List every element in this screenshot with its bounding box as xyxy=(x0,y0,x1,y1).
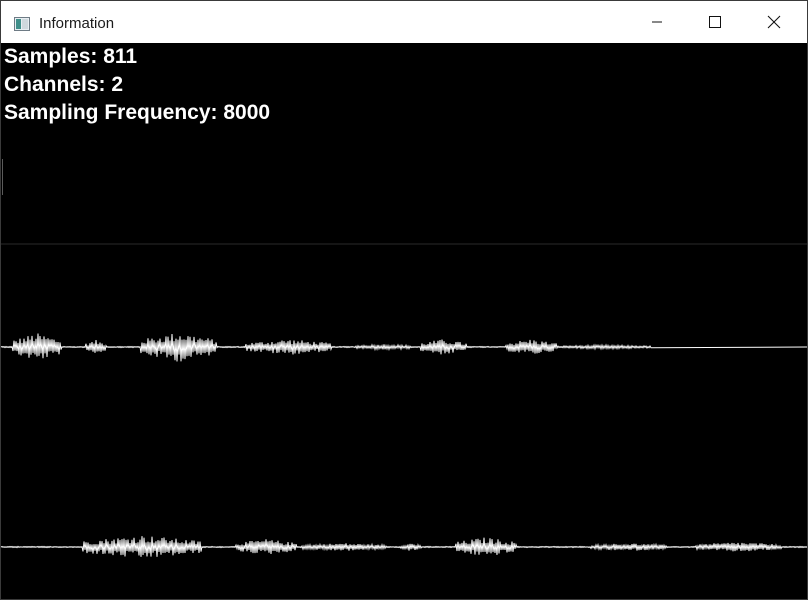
samples-label: Samples: 811 xyxy=(4,45,138,68)
maximize-icon xyxy=(709,16,721,28)
channel-2-waveform xyxy=(1,536,807,557)
channels-label: Channels: 2 xyxy=(4,73,124,96)
minimize-icon xyxy=(651,16,663,28)
window-title: Information xyxy=(39,15,115,32)
channel-1-waveform xyxy=(1,333,807,362)
waveform-canvas xyxy=(1,243,807,557)
waveform-view: Samples: 811 Channels: 2 Sampling Freque… xyxy=(1,43,807,599)
minimize-button[interactable] xyxy=(628,1,686,43)
app-window-icon xyxy=(14,16,30,31)
maximize-button[interactable] xyxy=(686,1,744,43)
information-window: Information Samples: 811 Channels: 2 Sam… xyxy=(0,0,808,600)
close-icon xyxy=(767,15,781,29)
close-button[interactable] xyxy=(745,1,803,43)
scroll-indicator xyxy=(2,159,3,195)
sampling-frequency-label: Sampling Frequency: 8000 xyxy=(4,101,271,124)
title-bar[interactable]: Information xyxy=(1,1,807,43)
